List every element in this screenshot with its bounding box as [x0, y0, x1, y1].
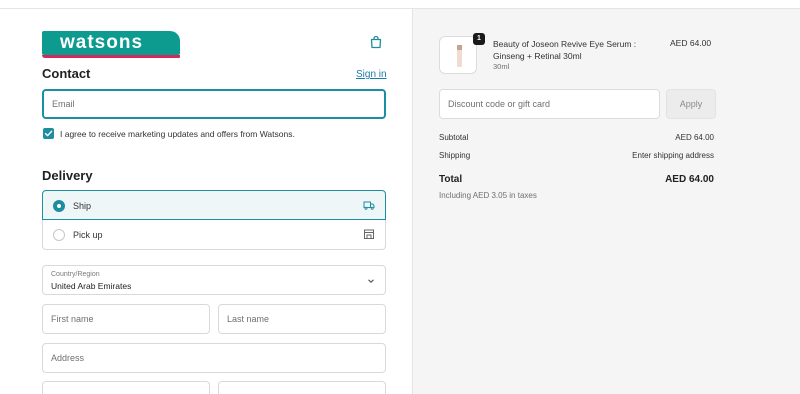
- product-price: AED 64.00: [670, 38, 712, 48]
- chevron-down-icon: [368, 279, 374, 283]
- country-value: United Arab Emirates: [51, 281, 132, 291]
- tax-note: Including AED 3.05 in taxes: [439, 191, 537, 200]
- product-image: [457, 45, 462, 67]
- country-label: Country/Region: [51, 271, 100, 278]
- pickup-label: Pick up: [73, 230, 103, 240]
- email-field[interactable]: Email: [42, 89, 386, 119]
- country-select[interactable]: Country/Region United Arab Emirates: [42, 265, 386, 295]
- discount-placeholder: Discount code or gift card: [448, 99, 551, 109]
- delivery-heading: Delivery: [42, 168, 93, 183]
- last-name-placeholder: Last name: [227, 314, 270, 324]
- subtotal-value: AED 64.00: [675, 133, 714, 142]
- total-value: AED 64.00: [665, 174, 714, 185]
- checkmark-icon: [44, 130, 53, 137]
- contact-heading: Contact: [42, 66, 91, 81]
- product-name: Beauty of Joseon Revive Eye Serum : Gins…: [493, 39, 637, 61]
- sign-in-link[interactable]: Sign in: [356, 69, 387, 80]
- delivery-option-ship[interactable]: Ship: [42, 190, 386, 220]
- last-name-field[interactable]: Last name: [218, 304, 386, 334]
- marketing-checkbox[interactable]: [43, 128, 54, 139]
- product-thumbnail: [439, 36, 477, 74]
- quantity-badge: 1: [473, 33, 485, 45]
- product-variant: 30ml: [493, 62, 510, 71]
- address-field[interactable]: Address: [42, 343, 386, 373]
- total-label: Total: [439, 174, 463, 185]
- delivery-option-pickup[interactable]: Pick up: [42, 220, 386, 250]
- store-icon: [364, 229, 374, 239]
- first-name-field[interactable]: First name: [42, 304, 210, 334]
- apartment-field[interactable]: [42, 381, 210, 394]
- checkout-page: watsons Contact Sign in Email I agree to…: [0, 0, 800, 394]
- marketing-checkbox-label[interactable]: I agree to receive marketing updates and…: [60, 129, 295, 139]
- city-field[interactable]: [218, 381, 386, 394]
- apply-button[interactable]: Apply: [666, 89, 716, 119]
- address-placeholder: Address: [51, 353, 85, 363]
- shipping-label: Shipping: [439, 151, 471, 160]
- email-placeholder: Email: [52, 99, 75, 109]
- pickup-radio[interactable]: [53, 229, 65, 241]
- subtotal-label: Subtotal: [439, 133, 469, 142]
- shipping-value: Enter shipping address: [632, 151, 714, 160]
- ship-radio[interactable]: [53, 200, 65, 212]
- first-name-placeholder: First name: [51, 314, 94, 324]
- shopping-bag-icon[interactable]: [369, 35, 383, 49]
- ship-label: Ship: [73, 201, 92, 211]
- truck-icon: [363, 201, 375, 210]
- watsons-logo[interactable]: watsons: [42, 31, 180, 58]
- discount-code-input[interactable]: Discount code or gift card: [439, 89, 660, 119]
